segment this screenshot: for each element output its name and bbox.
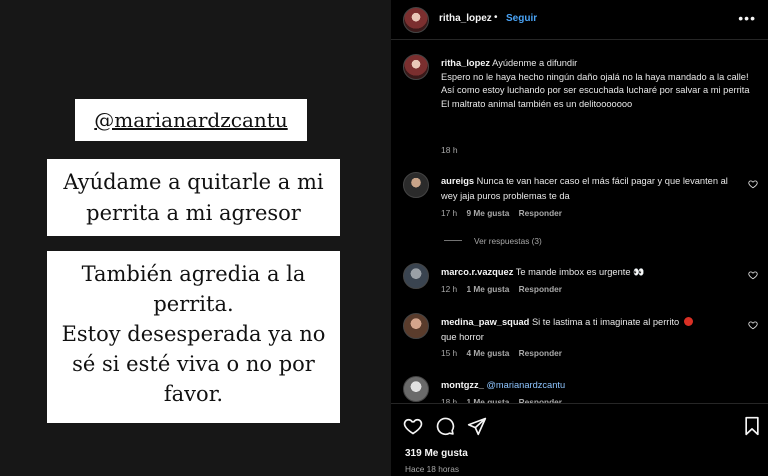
comment-body: Nunca te van hacer caso el más fácil pag… [441, 176, 728, 201]
commenter-username[interactable]: aureigs [441, 176, 474, 186]
comment-icon[interactable] [435, 416, 455, 436]
more-horizontal-icon[interactable]: ••• [738, 10, 756, 26]
caption-line: Espero no le haya hecho ningún daño ojal… [441, 71, 749, 82]
red-circle-emoji [683, 317, 693, 326]
story-also-box: También agredia a la perrita. Estoy dese… [47, 251, 340, 423]
share-icon[interactable] [467, 416, 487, 436]
caption-text: ritha_lopez Ayúdenme a difundir Espero n… [441, 57, 761, 111]
bookmark-icon[interactable] [742, 416, 762, 436]
post-timestamp[interactable]: Hace 18 horas [405, 464, 459, 474]
heart-icon[interactable] [748, 270, 758, 280]
eyes-emoji: 👀 [633, 267, 644, 277]
comment-likes[interactable]: 9 Me gusta [466, 208, 509, 218]
commenter-avatar[interactable] [403, 172, 429, 198]
comment-time[interactable]: 15 h [441, 348, 457, 358]
reply-button[interactable]: Responder [519, 284, 562, 294]
post-side-panel: ritha_lopez • Seguir ••• ritha_lopez Ayú… [391, 0, 768, 476]
story-also-line: perrita. [153, 292, 234, 316]
commenter-avatar[interactable] [403, 376, 429, 402]
story-also-line: También agredia a la [81, 262, 306, 286]
author-avatar[interactable] [403, 7, 429, 33]
commenter-avatar[interactable] [403, 263, 429, 289]
replies-divider [444, 240, 462, 241]
view-replies-label: Ver respuestas (3) [474, 236, 542, 246]
commenter-username[interactable]: marco.r.vazquez [441, 267, 513, 277]
mention-sticker: @marianardzcantu [75, 99, 307, 141]
follow-button[interactable]: Seguir [506, 13, 537, 24]
comment-body-cont: que horror [441, 332, 484, 342]
commenter-username[interactable]: montgzz_ [441, 380, 484, 390]
comment-body: Si te lastima a ti imaginate al perrito [531, 317, 680, 327]
author-username[interactable]: ritha_lopez [439, 13, 492, 24]
heart-icon[interactable] [748, 320, 758, 330]
comment-likes[interactable]: 1 Me gusta [466, 284, 509, 294]
likes-count[interactable]: 319 Me gusta [405, 448, 468, 459]
comment-text: aureigs Nunca te van hacer caso el más f… [441, 174, 739, 204]
caption-timestamp[interactable]: 18 h [441, 145, 458, 155]
story-also-line: favor. [163, 382, 224, 406]
comment-text: medina_paw_squad Si te lastima a ti imag… [441, 315, 739, 345]
commenter-username[interactable]: medina_paw_squad [441, 317, 529, 327]
story-also-line: sé si esté viva o no por [72, 352, 315, 376]
separator-dot: • [494, 12, 498, 23]
comment-time[interactable]: 17 h [441, 208, 457, 218]
commenter-avatar[interactable] [403, 313, 429, 339]
caption-username[interactable]: ritha_lopez [441, 58, 490, 68]
comment-likes[interactable]: 4 Me gusta [466, 348, 509, 358]
heart-icon[interactable] [748, 179, 758, 189]
comment-mention[interactable]: @marianardzcantu [486, 380, 565, 390]
comment-body: Te mande imbox es urgente [515, 267, 631, 277]
comment-text: marco.r.vazquez Te mande imbox es urgent… [441, 265, 739, 280]
story-help-box: Ayúdame a quitarle a mi perrita a mi agr… [47, 159, 340, 236]
view-replies-button[interactable]: Ver respuestas (3) [444, 236, 542, 246]
story-help-line: Ayúdame a quitarle a mi [63, 170, 324, 194]
reply-button[interactable]: Responder [519, 348, 562, 358]
post-header: ritha_lopez • Seguir ••• [391, 0, 768, 40]
heart-icon[interactable] [403, 416, 423, 436]
comment-meta: 17 h 9 Me gusta Responder [441, 208, 562, 218]
post-image: @marianardzcantu Ayúdame a quitarle a mi… [0, 0, 391, 476]
story-mention-text: @marianardzcantu [94, 108, 288, 132]
comment-meta: 12 h 1 Me gusta Responder [441, 284, 562, 294]
story-help-line: perrita a mi agresor [86, 201, 301, 225]
caption-line: Así como estoy luchando por ser escuchad… [441, 85, 750, 95]
post-actions-bar: 319 Me gusta Hace 18 horas [391, 403, 768, 476]
reply-button[interactable]: Responder [519, 208, 562, 218]
story-also-line: Estoy desesperada ya no [61, 322, 326, 346]
caption-line: Ayúdenme a difundir [492, 58, 578, 68]
caption-avatar[interactable] [403, 54, 429, 80]
caption-line: El maltrato animal también es un delitoo… [441, 98, 633, 109]
comment-text: montgzz_ @marianardzcantu [441, 378, 739, 393]
comment-meta: 15 h 4 Me gusta Responder [441, 348, 562, 358]
comment-time[interactable]: 12 h [441, 284, 457, 294]
